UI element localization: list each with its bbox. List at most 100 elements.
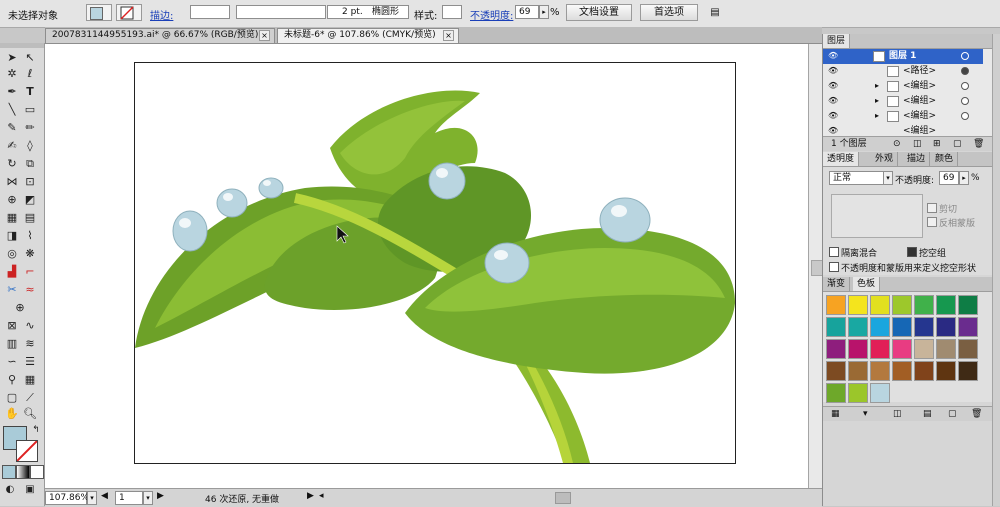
eyedropper-alt-icon[interactable]: ⚲ (4, 373, 20, 387)
panel-dock-scrollbar[interactable] (992, 34, 1000, 506)
delete-layer-icon[interactable]: 🗑︎ (973, 137, 984, 151)
target-circle-icon[interactable] (961, 97, 969, 105)
show-kinds-icon[interactable]: ▾ (863, 407, 868, 421)
rotate-tool-icon[interactable]: ↻ (4, 157, 20, 171)
vertical-scrollbar[interactable] (808, 44, 823, 488)
new-layer-icon[interactable]: ▢ (953, 137, 962, 151)
hand-tool-alt-icon[interactable]: ≈ (22, 283, 38, 297)
color-swatch[interactable] (914, 295, 934, 315)
layer-row-1[interactable]: 👁︎ 图层 1 (823, 49, 983, 65)
symbol-sprayer-tool-icon[interactable]: ❋ (22, 247, 38, 261)
new-sublayer-icon[interactable]: ⊞ (933, 137, 941, 151)
color-swatch[interactable] (936, 361, 956, 381)
color-swatch[interactable] (914, 361, 934, 381)
color-swatch[interactable] (936, 295, 956, 315)
status-menu-arrow-icon[interactable]: ▶ (307, 491, 314, 501)
color-mode-icon[interactable] (2, 465, 16, 479)
color-swatch[interactable] (958, 317, 978, 337)
scale-tool-icon[interactable]: ⧉ (22, 157, 38, 171)
close-icon[interactable]: × (259, 30, 270, 41)
tab-gradient[interactable]: 渐变 (823, 277, 851, 291)
expand-arrow-icon[interactable]: ▸ (875, 94, 879, 108)
toolbox-grip[interactable] (0, 43, 44, 48)
horizontal-scroll-thumb[interactable] (555, 492, 571, 504)
clip-checkbox[interactable] (927, 203, 937, 213)
hand-tool-icon[interactable]: ✋ (4, 407, 20, 421)
tab-appearance[interactable]: 外观 (871, 152, 899, 166)
opacity-mask-checkbox[interactable] (829, 262, 839, 272)
tab-layers[interactable]: 图层 (823, 34, 851, 48)
live-paint-tool-icon[interactable]: ◩ (22, 193, 38, 207)
color-swatch[interactable] (914, 317, 934, 337)
layers-panel-header[interactable]: 图层 (823, 34, 993, 49)
swatch-library-icon[interactable]: ▦ (831, 407, 840, 421)
stroke-swatch[interactable] (16, 440, 38, 462)
color-swatch[interactable] (870, 295, 890, 315)
artboard-tool-icon[interactable]: ⌐ (22, 265, 38, 279)
layer-row-5[interactable]: 👁︎ ▸ <编组> (823, 109, 983, 125)
isolate-blending-checkbox[interactable] (829, 247, 839, 257)
measure-tool-icon[interactable]: ▦ (22, 373, 38, 387)
zoom-tool-icon[interactable]: 🔍︎ (22, 407, 38, 421)
width-tool-icon[interactable]: ⋈ (4, 175, 20, 189)
color-swatch[interactable] (914, 339, 934, 359)
arrange-documents-icon[interactable]: ▤ (708, 6, 722, 20)
color-swatch[interactable] (826, 361, 846, 381)
swatch-options-icon[interactable]: ◫ (893, 407, 902, 421)
opacity-dropdown[interactable]: ▸ (539, 5, 549, 19)
visibility-eye-icon[interactable]: 👁︎ (828, 127, 838, 135)
color-swatch[interactable] (848, 383, 868, 403)
chart-line-tool-icon[interactable]: ∽ (4, 355, 20, 369)
invert-mask-checkbox[interactable] (927, 217, 937, 227)
tab-document-1[interactable]: 20078311449551​93.ai* @ 66.67% (RGB/预览) … (45, 28, 275, 43)
column-graph-tool-icon[interactable]: ▟ (4, 265, 20, 279)
blend-mode-dropdown[interactable]: ▾ (883, 171, 893, 185)
zoom-field[interactable]: 107.86% (45, 491, 89, 505)
target-circle-icon[interactable] (961, 82, 969, 90)
color-swatch[interactable] (848, 317, 868, 337)
tab-transparency[interactable]: 透明度 (823, 152, 860, 166)
artboard[interactable] (134, 62, 736, 464)
first-page-icon[interactable]: ◀ (101, 491, 108, 501)
color-swatch[interactable] (848, 339, 868, 359)
opacity-input[interactable]: 69 (515, 5, 539, 19)
color-swatch[interactable] (958, 339, 978, 359)
graph-tool-icon[interactable]: ▥ (4, 337, 20, 351)
target-circle-icon[interactable] (961, 112, 969, 120)
layer-row-3[interactable]: 👁︎ ▸ <编组> (823, 79, 983, 95)
expand-arrow-icon[interactable]: ▸ (875, 109, 879, 123)
knife-tool-icon[interactable]: ⟋ (22, 391, 38, 405)
color-swatch[interactable] (936, 339, 956, 359)
color-swatch[interactable] (892, 361, 912, 381)
magic-wand-tool-icon[interactable]: ✲ (4, 67, 20, 81)
color-swatch[interactable] (848, 295, 868, 315)
color-swatch[interactable] (826, 295, 846, 315)
page-dropdown[interactable]: ▾ (143, 491, 153, 505)
delete-swatch-icon[interactable]: 🗑︎ (971, 407, 982, 421)
visibility-eye-icon[interactable]: 👁︎ (828, 67, 838, 75)
gradient-mode-icon[interactable] (16, 465, 30, 479)
opacity-link[interactable]: 不透明度: (470, 7, 513, 22)
tab-stroke[interactable]: 描边 (903, 152, 931, 166)
target-circle-icon[interactable] (961, 67, 969, 75)
blend-mode-select[interactable]: 正常 (829, 171, 891, 185)
visibility-eye-icon[interactable]: 👁︎ (828, 97, 838, 105)
eraser-tool-icon[interactable]: ◊ (22, 139, 38, 153)
color-swatch[interactable] (936, 317, 956, 337)
eyedropper-tool-icon[interactable]: ⌇ (22, 229, 38, 243)
variable-width-field[interactable] (236, 5, 326, 19)
visibility-eye-icon[interactable]: 👁︎ (828, 82, 838, 90)
tab-swatches[interactable]: 色板 (853, 277, 881, 291)
visibility-eye-icon[interactable]: 👁︎ (828, 52, 838, 60)
blob-brush-tool-icon[interactable]: ✍ (4, 139, 20, 153)
swap-colors-icon[interactable]: ↰ (28, 423, 44, 437)
shape-builder-tool-icon[interactable]: ⊕ (4, 193, 20, 207)
style-picker[interactable] (442, 5, 462, 19)
draw-mode-icon[interactable]: ◐ (2, 483, 18, 497)
new-swatch-icon[interactable]: ▢ (948, 407, 957, 421)
selection-tool-icon[interactable]: ➤ (4, 51, 20, 65)
visibility-eye-icon[interactable]: 👁︎ (828, 112, 838, 120)
document-setup-button[interactable]: 文档设置 (566, 4, 632, 21)
opacity-input[interactable]: 69 (939, 171, 959, 185)
layer-row-2[interactable]: 👁︎ <路径> (823, 64, 983, 80)
